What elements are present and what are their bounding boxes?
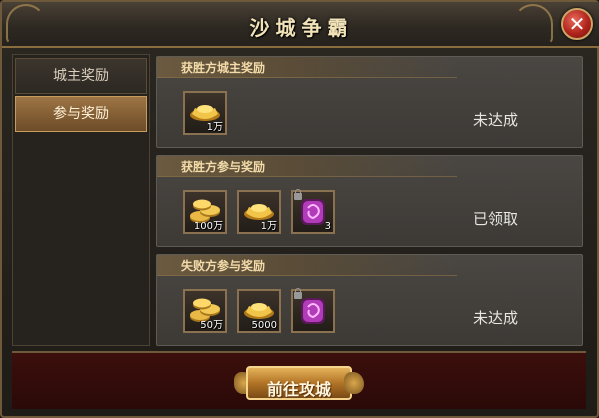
reward-item[interactable] (291, 288, 335, 333)
item-quantity: 100万 (193, 221, 223, 232)
item-quantity: 3 (324, 221, 331, 232)
status-label: 未达成 (473, 309, 519, 327)
item-quantity: 1万 (206, 122, 223, 133)
item-quantity: 50万 (200, 320, 223, 331)
section-title: 获胜方参与奖励 (181, 160, 266, 174)
button-label: 前往攻城 (266, 380, 331, 399)
panel-title: 沙城争霸 (249, 16, 354, 40)
reward-item[interactable]: 1万 (183, 91, 227, 135)
tab-participation-reward[interactable]: 参与奖励 (15, 96, 147, 132)
close-icon: ✕ (568, 12, 586, 36)
reward-item[interactable]: 100万 (183, 190, 227, 234)
button-body: 前往攻城 (246, 366, 352, 400)
go-attack-city-button[interactable]: 前往攻城 (234, 362, 364, 406)
dragon-ornament-icon (344, 372, 364, 394)
section-header: 失败方参与奖励 (157, 255, 457, 276)
section-header: 获胜方城主奖励 (157, 57, 457, 78)
reward-item[interactable]: 50万 (183, 289, 227, 333)
purple-gem-icon (301, 298, 325, 324)
status-label: 未达成 (473, 111, 519, 129)
reward-section: 失败方参与奖励 50万 5000 未达成 (156, 254, 583, 346)
section-title: 失败方参与奖励 (181, 259, 266, 273)
gold-ingot-icon (244, 303, 274, 319)
purple-gem-icon (301, 199, 325, 225)
reward-item[interactable]: 1万 (237, 190, 281, 234)
reward-section: 获胜方城主奖励 1万 未达成 (156, 56, 583, 148)
item-quantity: 1万 (260, 221, 277, 232)
status-label: 已领取 (473, 210, 519, 228)
section-header: 获胜方参与奖励 (157, 156, 457, 177)
close-button[interactable]: ✕ (561, 8, 593, 40)
sidebar: 城主奖励 参与奖励 (12, 54, 150, 346)
item-quantity: 5000 (251, 320, 277, 331)
tab-city-lord-reward[interactable]: 城主奖励 (15, 58, 147, 94)
title-bar: 沙城争霸 ✕ (2, 2, 599, 48)
ornament-icon (513, 4, 553, 44)
reward-item[interactable]: 3 (291, 189, 335, 234)
reward-section: 获胜方参与奖励 100万 1万 3 已领取 (156, 155, 583, 247)
reward-item[interactable]: 5000 (237, 289, 281, 333)
section-title: 获胜方城主奖励 (181, 61, 266, 75)
